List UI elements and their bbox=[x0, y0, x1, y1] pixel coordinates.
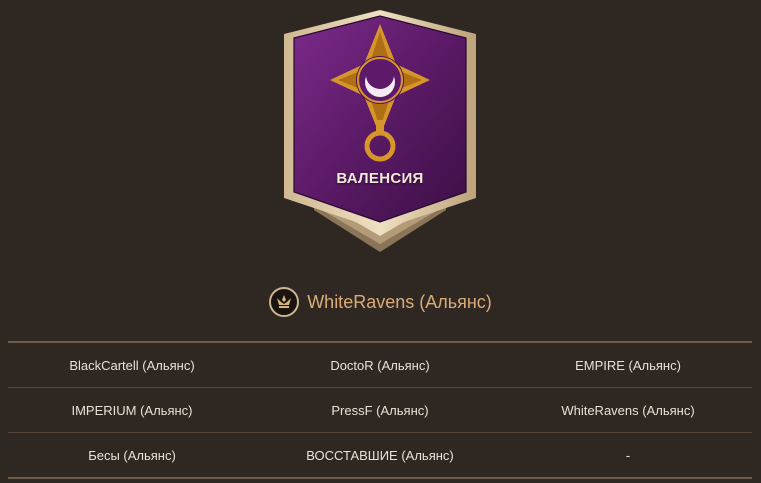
table-row: Бесы (Альянс) ВОССТАВШИЕ (Альянс) - bbox=[8, 432, 752, 477]
alliance-cell[interactable]: WhiteRavens (Альянс) bbox=[504, 388, 752, 432]
table-row: BlackCartell (Альянс) DoctoR (Альянс) EM… bbox=[8, 343, 752, 387]
alliance-cell[interactable]: IMPERIUM (Альянс) bbox=[8, 388, 256, 432]
territory-owner: WhiteRavens (Альянс) bbox=[0, 284, 761, 320]
table-row: IMPERIUM (Альянс) PressF (Альянс) WhiteR… bbox=[8, 387, 752, 432]
owner-name[interactable]: WhiteRavens (Альянс) bbox=[307, 292, 492, 313]
territory-crest: ВАЛЕНСИЯ bbox=[0, 0, 761, 260]
alliance-cell[interactable]: DoctoR (Альянс) bbox=[256, 343, 504, 387]
empty-cell: - bbox=[625, 447, 631, 463]
alliance-cell[interactable]: BlackCartell (Альянс) bbox=[8, 343, 256, 387]
participants-table: BlackCartell (Альянс) DoctoR (Альянс) EM… bbox=[8, 341, 752, 479]
alliance-cell[interactable]: ВОССТАВШИЕ (Альянс) bbox=[256, 433, 504, 477]
alliance-cell[interactable]: PressF (Альянс) bbox=[256, 388, 504, 432]
banner-shield-icon bbox=[284, 10, 476, 252]
crown-wings-icon bbox=[269, 287, 300, 317]
alliance-cell[interactable]: Бесы (Альянс) bbox=[8, 433, 256, 477]
alliance-cell[interactable]: EMPIRE (Альянс) bbox=[504, 343, 752, 387]
territory-name: ВАЛЕНСИЯ bbox=[336, 170, 424, 187]
